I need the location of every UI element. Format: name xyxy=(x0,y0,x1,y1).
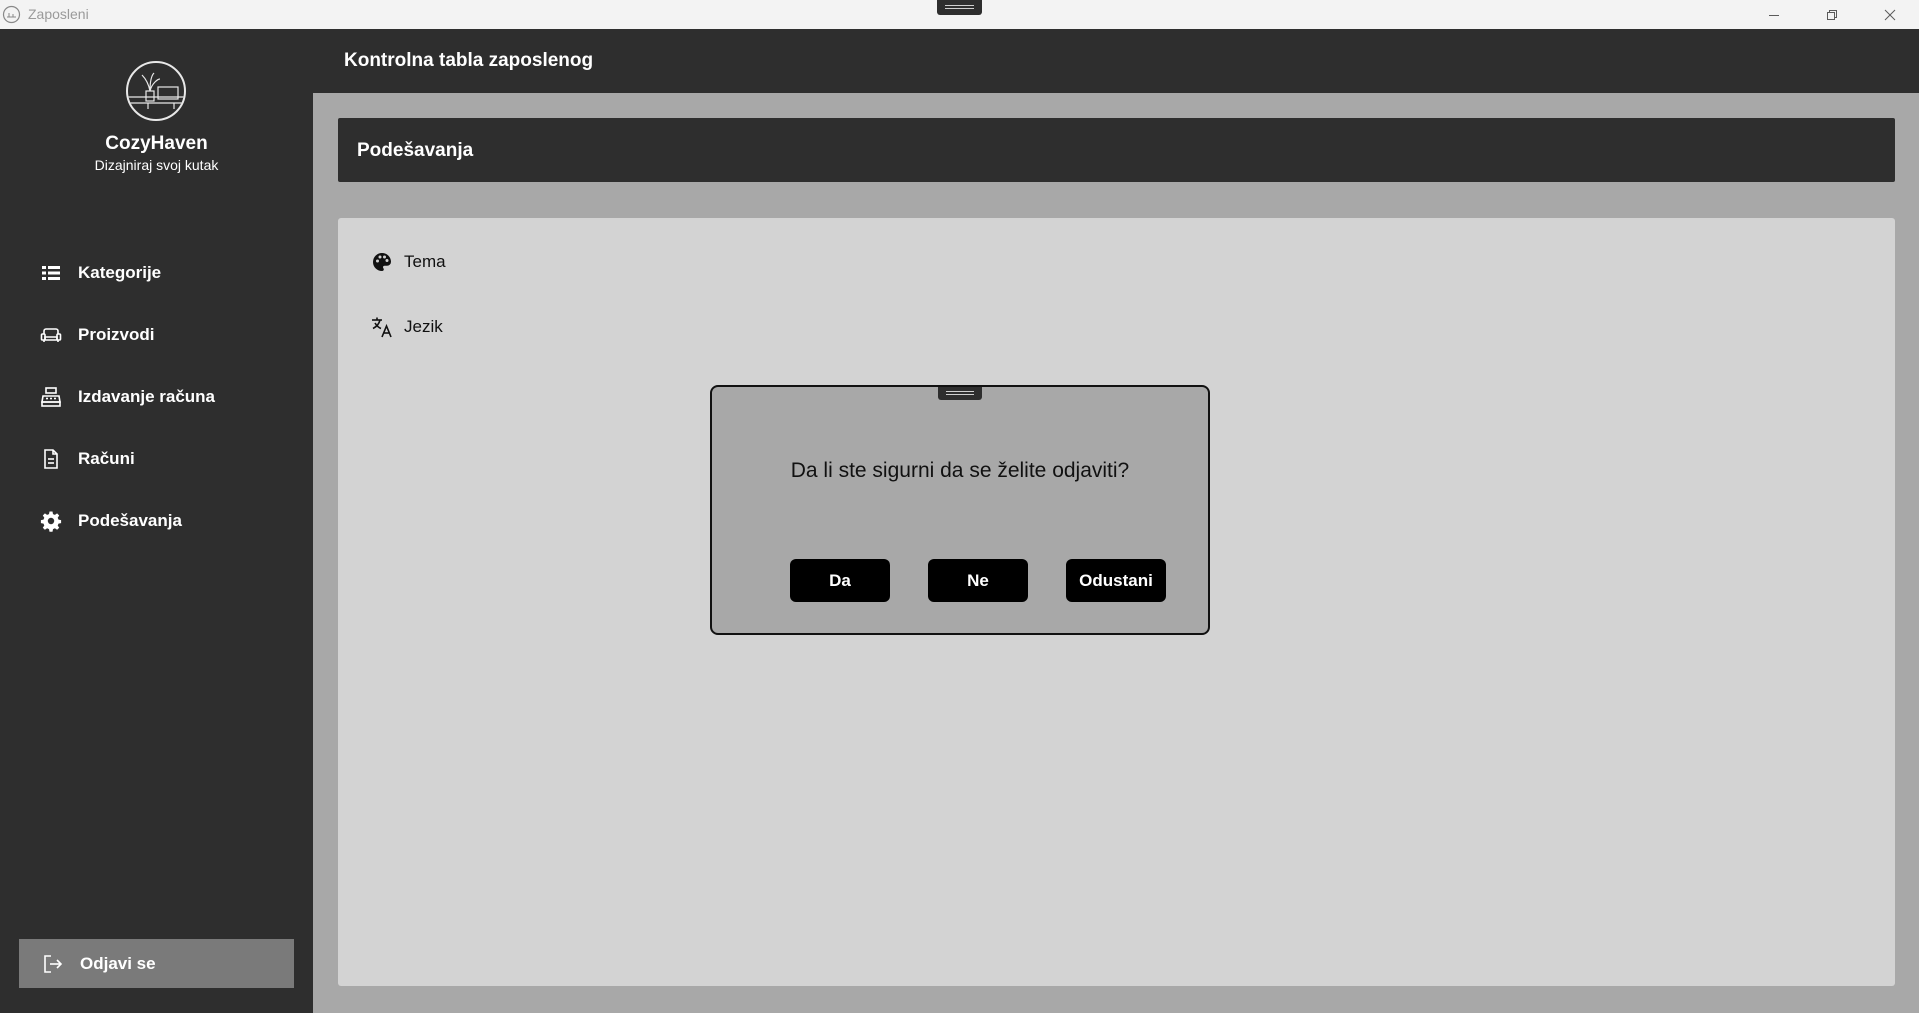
sidebar-item-kategorije[interactable]: Kategorije xyxy=(38,253,298,293)
sidebar-item-podesavanja[interactable]: Podešavanja xyxy=(38,501,298,541)
sidebar-item-label: Podešavanja xyxy=(78,511,182,530)
setting-jezik[interactable]: Jezik xyxy=(370,315,443,339)
logout-button[interactable]: Odjavi se xyxy=(19,939,294,988)
sidebar-item-label: Kategorije xyxy=(78,263,162,282)
cash-register-icon xyxy=(38,384,64,410)
minimize-icon[interactable] xyxy=(1745,0,1803,29)
brand-logo xyxy=(126,61,186,121)
sidebar-item-label: Izdavanje računa xyxy=(78,387,216,406)
sofa-icon xyxy=(38,322,64,348)
dialog-drag-handle[interactable] xyxy=(938,387,982,400)
window-title: Zaposleni xyxy=(28,6,89,22)
sidebar-item-label: Računi xyxy=(78,449,135,468)
yes-button[interactable]: Da xyxy=(790,559,890,602)
setting-label: Tema xyxy=(404,252,446,271)
close-icon[interactable] xyxy=(1861,0,1919,29)
logout-icon xyxy=(40,951,66,977)
logout-confirm-dialog: Da li ste sigurni da se želite odjaviti?… xyxy=(710,385,1210,635)
app-icon xyxy=(2,5,21,24)
sidebar-item-racuni[interactable]: Računi xyxy=(38,439,298,479)
document-icon xyxy=(38,446,64,472)
sidebar-item-label: Proizvodi xyxy=(78,325,155,344)
sidebar-item-izdavanje-racuna[interactable]: Izdavanje računa xyxy=(38,377,298,417)
setting-tema[interactable]: Tema xyxy=(370,250,446,274)
section-title: Podešavanja xyxy=(357,140,474,161)
restore-icon[interactable] xyxy=(1803,0,1861,29)
page-header: Kontrolna tabla zaposlenog xyxy=(313,29,1919,93)
gear-icon xyxy=(38,508,64,534)
dialog-message: Da li ste sigurni da se želite odjaviti? xyxy=(790,459,1130,482)
brand-name: CozyHaven xyxy=(105,133,208,154)
brand-tagline: Dizajniraj svoj kutak xyxy=(94,157,219,173)
page-title: Kontrolna tabla zaposlenog xyxy=(344,50,594,71)
sidebar: CozyHaven Dizajniraj svoj kutak Kategori… xyxy=(0,29,313,1013)
drag-handle[interactable] xyxy=(937,0,982,15)
translate-icon xyxy=(370,315,394,339)
no-button[interactable]: Ne xyxy=(928,559,1028,602)
list-icon xyxy=(38,260,64,286)
sidebar-item-proizvodi[interactable]: Proizvodi xyxy=(38,315,298,355)
cancel-button[interactable]: Odustani xyxy=(1066,559,1166,602)
section-header: Podešavanja xyxy=(338,118,1895,182)
setting-label: Jezik xyxy=(404,317,443,336)
palette-icon xyxy=(370,250,394,274)
window-titlebar: Zaposleni xyxy=(0,0,1919,29)
logout-label: Odjavi se xyxy=(80,953,156,973)
